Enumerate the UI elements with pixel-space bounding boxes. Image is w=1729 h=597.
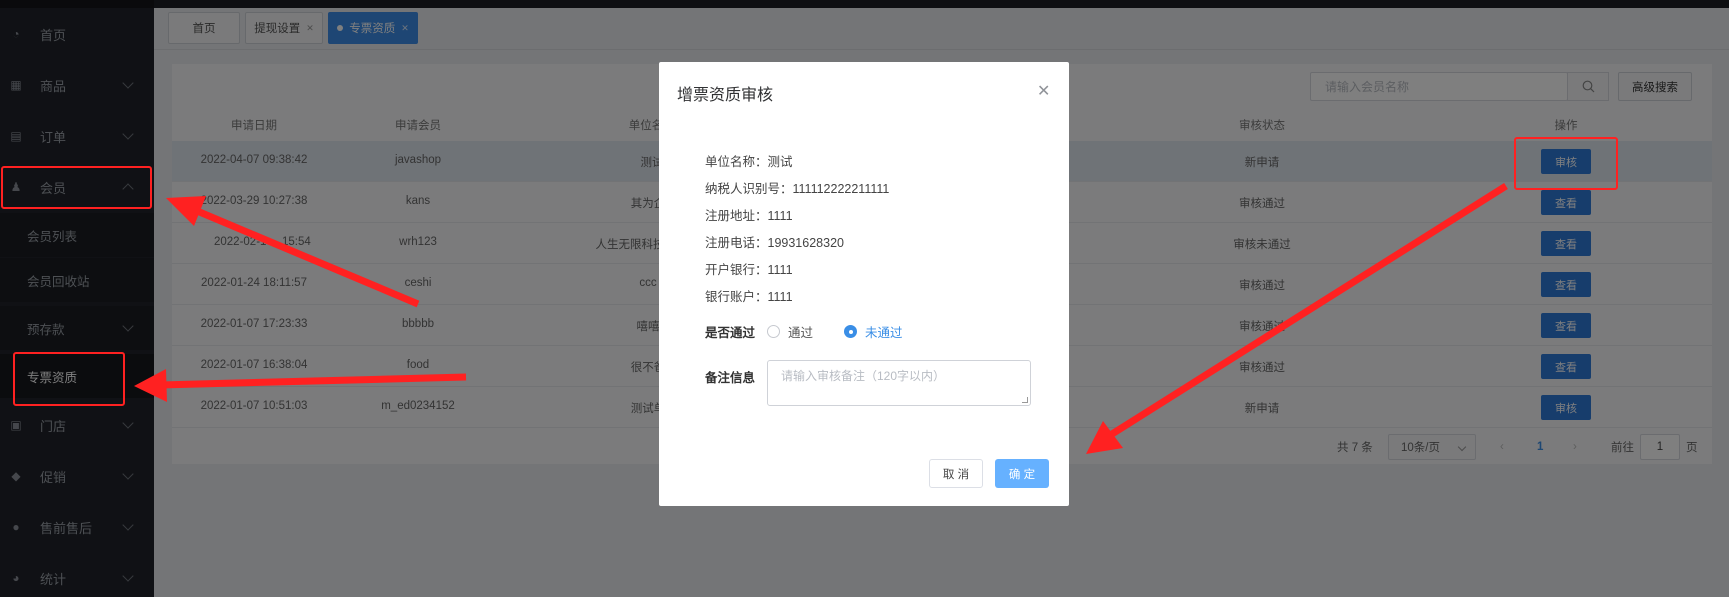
arrow-to-member-shaft: [188, 204, 420, 308]
annotation-arrows: [134, 183, 1508, 454]
arrow-to-dialog-shaft: [1110, 183, 1508, 437]
arrow-to-invoice-shaft: [159, 373, 467, 389]
arrow-to-dialog-head: [1086, 421, 1123, 454]
arrow-to-invoice-head: [134, 369, 167, 402]
arrow-to-member-head: [166, 196, 206, 226]
